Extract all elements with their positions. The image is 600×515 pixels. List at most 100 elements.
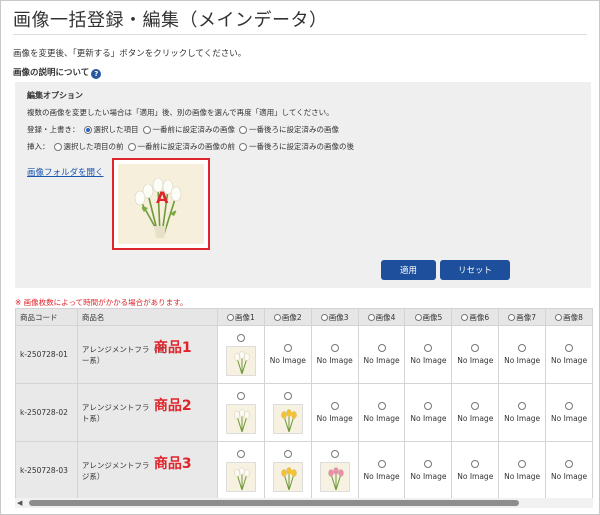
insert-radio-before-first[interactable]: [127, 142, 136, 151]
image-cell-1[interactable]: [217, 383, 265, 442]
col-header-image-5[interactable]: 画像5: [404, 308, 453, 326]
scroll-left-icon[interactable]: ◀: [17, 499, 22, 507]
overwrite-radio-last-image[interactable]: [239, 125, 247, 134]
image-select-radio[interactable]: [377, 344, 386, 352]
image-select-radio[interactable]: [283, 344, 292, 352]
image-select-radio[interactable]: [377, 402, 386, 410]
column-radio[interactable]: [414, 313, 422, 321]
image-cell-5[interactable]: No Image: [404, 441, 453, 498]
image-select-radio[interactable]: [330, 344, 339, 352]
image-cell-8[interactable]: No Image: [545, 383, 593, 442]
col-header-image-7[interactable]: 画像7: [498, 308, 547, 326]
tulip-thumbnail-icon[interactable]: [272, 461, 303, 492]
column-radio[interactable]: [508, 313, 516, 321]
image-select-radio[interactable]: [330, 449, 339, 458]
selected-image-preview[interactable]: A: [112, 158, 210, 250]
open-image-folder-link[interactable]: 画像フォルダを開く: [27, 166, 104, 178]
col-header-image-3[interactable]: 画像3: [310, 308, 359, 326]
image-cell-7[interactable]: No Image: [498, 383, 547, 442]
image-cell-2[interactable]: [263, 441, 312, 498]
image-cell-7[interactable]: No Image: [498, 441, 547, 498]
image-cell-5[interactable]: No Image: [404, 383, 453, 442]
image-select-radio[interactable]: [471, 344, 480, 352]
image-select-radio[interactable]: [518, 344, 527, 352]
no-image-text: No Image: [363, 472, 400, 481]
column-radio[interactable]: [273, 313, 281, 321]
image-cell-3[interactable]: No Image: [310, 325, 359, 384]
image-cell-7[interactable]: No Image: [498, 325, 547, 384]
horizontal-scrollbar[interactable]: ◀: [15, 498, 593, 508]
image-select-radio[interactable]: [518, 402, 527, 410]
image-cell-2[interactable]: [263, 383, 312, 442]
col-header-image-4[interactable]: 画像4: [357, 308, 406, 326]
apply-button[interactable]: 適用: [381, 260, 436, 280]
image-cell-1[interactable]: [217, 325, 265, 384]
insert-choice-3: 一番後ろに設定済みの画像の後: [249, 142, 354, 151]
image-select-radio[interactable]: [424, 460, 433, 468]
image-select-radio[interactable]: [518, 460, 527, 468]
image-select-radio[interactable]: [283, 391, 292, 400]
col-header-image-8[interactable]: 画像8: [545, 308, 593, 326]
reset-button[interactable]: リセット: [440, 260, 510, 280]
column-radio[interactable]: [320, 313, 328, 321]
overwrite-radio-first-image[interactable]: [142, 125, 151, 134]
no-image-text: No Image: [504, 414, 541, 423]
edit-options-heading: 編集オプション: [27, 91, 83, 100]
image-cell-8[interactable]: No Image: [545, 441, 593, 498]
image-select-radio[interactable]: [565, 402, 574, 410]
table-row: k-250728-02 アレンジメントフラ ト系） 商品2 No Image No Ima…: [15, 383, 593, 442]
tulip-thumbnail-icon[interactable]: [225, 403, 256, 434]
no-image-text: No Image: [410, 414, 447, 423]
table-row: k-250728-03 アレンジメントフラ ジ系） 商品3 No Image No Ima…: [15, 441, 593, 498]
overwrite-radio-selected-item[interactable]: [83, 125, 92, 134]
image-cell-5[interactable]: No Image: [404, 325, 453, 384]
tulip-thumbnail-icon[interactable]: [225, 345, 256, 376]
col-header-image-label: 画像5: [422, 312, 443, 322]
col-header-image-1[interactable]: 画像1: [217, 308, 265, 326]
col-header-code: 商品コード: [15, 308, 78, 326]
image-cell-2[interactable]: No Image: [263, 325, 312, 384]
tulip-thumbnail-icon[interactable]: [272, 403, 303, 434]
help-icon[interactable]: ?: [91, 69, 102, 79]
image-select-radio[interactable]: [236, 391, 245, 400]
image-select-radio[interactable]: [424, 344, 433, 352]
no-image-text: No Image: [269, 356, 306, 365]
image-cell-3[interactable]: No Image: [310, 383, 359, 442]
overwrite-label: 登録・上書き：: [27, 125, 80, 134]
tulip-thumbnail-icon[interactable]: [319, 461, 350, 492]
image-select-radio[interactable]: [424, 402, 433, 410]
image-cell-8[interactable]: No Image: [545, 325, 593, 384]
insert-radio-before-selected[interactable]: [53, 142, 62, 151]
image-cell-4[interactable]: No Image: [357, 441, 406, 498]
image-select-radio[interactable]: [236, 449, 245, 458]
image-select-radio[interactable]: [565, 344, 574, 352]
image-cell-6[interactable]: No Image: [451, 325, 500, 384]
image-cell-3[interactable]: [310, 441, 359, 498]
insert-radio-after-last[interactable]: [239, 142, 247, 151]
insert-choice-1: 選択した項目の前: [63, 142, 124, 151]
col-header-image-2[interactable]: 画像2: [263, 308, 312, 326]
scrollbar-thumb[interactable]: [29, 500, 519, 506]
image-cell-6[interactable]: No Image: [451, 383, 500, 442]
image-select-radio[interactable]: [471, 402, 480, 410]
table-row: k-250728-01 アレンジメントフラ（白 ー系） 商品1 No Image No I…: [15, 325, 593, 384]
col-header-image-6[interactable]: 画像6: [451, 308, 500, 326]
image-cell-6[interactable]: No Image: [451, 441, 500, 498]
image-select-radio[interactable]: [565, 460, 574, 468]
column-radio[interactable]: [461, 313, 469, 321]
image-select-radio[interactable]: [471, 460, 480, 468]
tulip-thumbnail-icon[interactable]: [225, 461, 256, 492]
column-radio[interactable]: [227, 313, 235, 321]
image-select-radio[interactable]: [330, 402, 339, 410]
column-radio[interactable]: [555, 313, 563, 321]
image-select-radio[interactable]: [236, 333, 245, 342]
col-header-image-label: 画像6: [469, 312, 490, 322]
product-name-line-1: アレンジメントフラ（白: [81, 344, 165, 354]
image-cell-4[interactable]: No Image: [357, 325, 406, 384]
column-radio[interactable]: [367, 313, 375, 321]
image-cell-4[interactable]: No Image: [357, 383, 406, 442]
image-cell-1[interactable]: [217, 441, 265, 498]
overwrite-choice-3: 一番後ろに設定済みの画像: [249, 125, 339, 134]
image-select-radio[interactable]: [283, 449, 292, 458]
image-select-radio[interactable]: [377, 460, 386, 468]
